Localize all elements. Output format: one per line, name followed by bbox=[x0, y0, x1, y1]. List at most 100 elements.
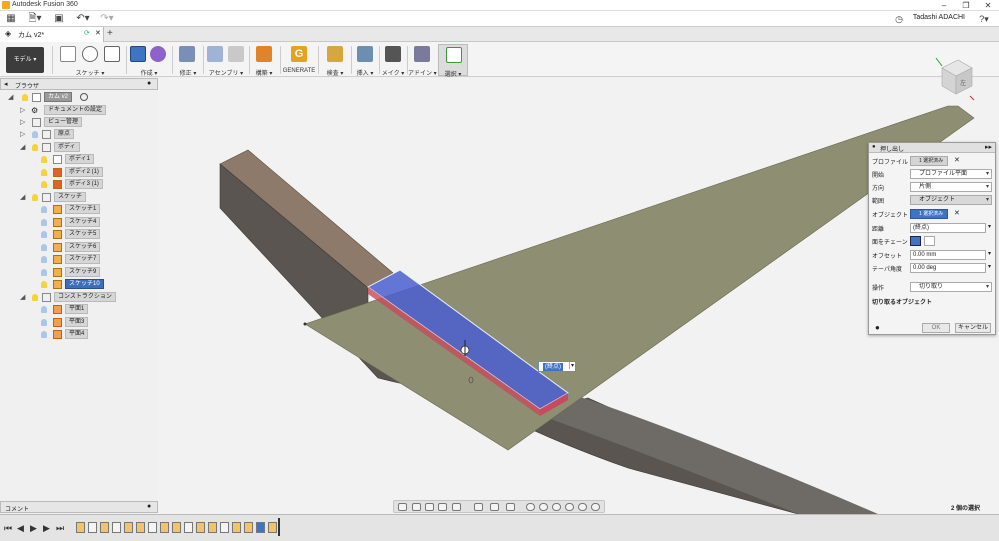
zoom-icon[interactable] bbox=[438, 503, 447, 511]
insert-image-icon[interactable] bbox=[357, 46, 373, 62]
measure-icon[interactable] bbox=[327, 46, 343, 62]
save-icon[interactable]: ▣ bbox=[52, 12, 66, 26]
timeline-feature[interactable] bbox=[136, 522, 145, 533]
tree-root[interactable]: ◢ カム v2 bbox=[8, 92, 158, 103]
file-menu-icon[interactable]: 🗎▾ bbox=[26, 12, 44, 26]
construct-group[interactable]: 構築 ▾ bbox=[250, 44, 278, 77]
visibility-bulb-icon[interactable] bbox=[32, 194, 38, 201]
go-to-start-icon[interactable]: ⏮ bbox=[4, 523, 12, 534]
pan-icon[interactable] bbox=[425, 503, 434, 511]
insert-group[interactable]: 挿入 ▾ bbox=[352, 44, 378, 77]
view-2-icon[interactable] bbox=[539, 503, 548, 511]
addins-group[interactable]: アドイン ▾ bbox=[408, 44, 437, 77]
chain-faces-on-icon[interactable] bbox=[910, 236, 921, 246]
info-icon[interactable]: ● bbox=[875, 323, 880, 332]
view-4-icon[interactable] bbox=[565, 503, 574, 511]
new-component-icon[interactable] bbox=[207, 46, 223, 62]
display-settings-icon[interactable] bbox=[474, 503, 483, 511]
extrude-icon[interactable] bbox=[130, 46, 146, 62]
close-button[interactable]: ✕ bbox=[977, 0, 999, 11]
timeline-feature[interactable] bbox=[160, 522, 169, 533]
view-cube[interactable]: 左 bbox=[932, 54, 976, 102]
tree-item[interactable]: ボディ2 (1) bbox=[40, 167, 158, 178]
clear-object-icon[interactable]: ✕ bbox=[954, 209, 960, 217]
taper-field[interactable]: 0.00 deg bbox=[910, 263, 986, 273]
timeline-feature[interactable] bbox=[196, 522, 205, 533]
tree-item[interactable]: 平面4 bbox=[40, 329, 158, 340]
distance-dropdown-icon[interactable]: ▾ bbox=[568, 362, 574, 369]
visibility-bulb-icon[interactable] bbox=[41, 269, 47, 276]
view-1-icon[interactable] bbox=[526, 503, 535, 511]
timeline-feature[interactable] bbox=[172, 522, 181, 533]
visibility-bulb-icon[interactable] bbox=[41, 156, 47, 163]
timeline-feature[interactable] bbox=[124, 522, 133, 533]
select-icon[interactable] bbox=[446, 47, 462, 63]
sphere-form-icon[interactable] bbox=[150, 46, 166, 62]
comments-options-icon[interactable]: ● bbox=[147, 503, 151, 510]
offset-plane-icon[interactable] bbox=[256, 46, 272, 62]
tree-item[interactable]: スケッチ7 bbox=[40, 254, 158, 265]
tree-item[interactable]: ▷ ⚙ ドキュメントの設定 bbox=[20, 105, 158, 116]
tree-item[interactable]: スケッチ5 bbox=[40, 229, 158, 240]
visibility-bulb-icon[interactable] bbox=[32, 294, 38, 301]
make-group[interactable]: メイク ▾ bbox=[380, 44, 406, 77]
generate-group[interactable]: G GENERATE bbox=[282, 44, 316, 76]
tree-item[interactable]: ボディ3 (1) bbox=[40, 179, 158, 190]
object-selection-chip[interactable]: 1 選択済み bbox=[910, 209, 948, 219]
visibility-bulb-icon[interactable] bbox=[41, 319, 47, 326]
create-sketch-icon[interactable] bbox=[60, 46, 76, 62]
visibility-bulb-icon[interactable] bbox=[32, 144, 38, 151]
joint-icon[interactable] bbox=[228, 46, 244, 62]
go-to-end-icon[interactable]: ⏭ bbox=[56, 523, 64, 534]
visibility-bulb-icon[interactable] bbox=[41, 231, 47, 238]
direction-select[interactable]: 片側 bbox=[910, 182, 992, 192]
ok-button[interactable]: OK bbox=[922, 323, 950, 333]
select-group[interactable]: 選択 ▾ bbox=[438, 44, 468, 78]
press-pull-icon[interactable] bbox=[179, 46, 195, 62]
tree-item[interactable]: ボディ1 bbox=[40, 154, 158, 165]
offset-field[interactable]: 0.00 mm bbox=[910, 250, 986, 260]
tree-item[interactable]: ◢ ボディ bbox=[20, 142, 158, 153]
view-5-icon[interactable] bbox=[578, 503, 587, 511]
visibility-bulb-icon[interactable] bbox=[41, 219, 47, 226]
timeline-feature-active[interactable] bbox=[256, 522, 265, 533]
grid-settings-icon[interactable] bbox=[490, 503, 499, 511]
distance-field[interactable]: (終点) bbox=[910, 223, 986, 233]
chain-faces-off-icon[interactable] bbox=[924, 236, 935, 246]
timeline-feature[interactable] bbox=[268, 522, 277, 533]
collapse-dialog-icon[interactable]: ● bbox=[872, 144, 876, 150]
line-tool-icon[interactable] bbox=[82, 46, 98, 62]
visibility-bulb-icon[interactable] bbox=[41, 256, 47, 263]
visibility-bulb-icon[interactable] bbox=[32, 131, 38, 138]
objects-to-cut-section[interactable]: 切り取るオブジェクト bbox=[872, 296, 992, 307]
distance-input[interactable]: (終点) ▾ bbox=[538, 361, 576, 372]
distance-field-dropdown-icon[interactable]: ▾ bbox=[988, 223, 991, 230]
look-at-icon[interactable] bbox=[412, 503, 421, 511]
timeline-feature[interactable] bbox=[112, 522, 121, 533]
visibility-bulb-icon[interactable] bbox=[41, 281, 47, 288]
generative-design-icon[interactable]: G bbox=[291, 46, 307, 62]
timeline-feature[interactable] bbox=[88, 522, 97, 533]
tree-item[interactable]: スケッチ9 bbox=[40, 267, 158, 278]
collapse-icon[interactable]: ◂ bbox=[4, 80, 8, 88]
tree-item[interactable]: ◢ コンストラクション bbox=[20, 292, 158, 303]
fit-icon[interactable] bbox=[452, 503, 461, 511]
view-6-icon[interactable] bbox=[591, 503, 600, 511]
timeline-feature[interactable] bbox=[100, 522, 109, 533]
tree-item[interactable]: 平面3 bbox=[40, 317, 158, 328]
clear-profile-icon[interactable]: ✕ bbox=[954, 156, 960, 164]
visibility-bulb-icon[interactable] bbox=[41, 306, 47, 313]
rectangle-tool-icon[interactable] bbox=[104, 46, 120, 62]
step-forward-icon[interactable]: ▶ bbox=[43, 523, 50, 534]
scripts-icon[interactable] bbox=[414, 46, 430, 62]
new-tab-icon[interactable]: + bbox=[107, 28, 113, 39]
timeline-marker[interactable] bbox=[278, 518, 280, 536]
tree-item[interactable]: 平面1 bbox=[40, 304, 158, 315]
data-panel-icon[interactable]: ▦ bbox=[4, 12, 18, 26]
visibility-bulb-icon[interactable] bbox=[41, 181, 47, 188]
assemble-group[interactable]: アセンブリ ▾ bbox=[204, 44, 248, 77]
minimize-button[interactable]: – bbox=[933, 0, 955, 11]
view-3-icon[interactable] bbox=[552, 503, 561, 511]
operation-select[interactable]: 切り取り bbox=[910, 282, 992, 292]
timeline-feature[interactable] bbox=[76, 522, 85, 533]
